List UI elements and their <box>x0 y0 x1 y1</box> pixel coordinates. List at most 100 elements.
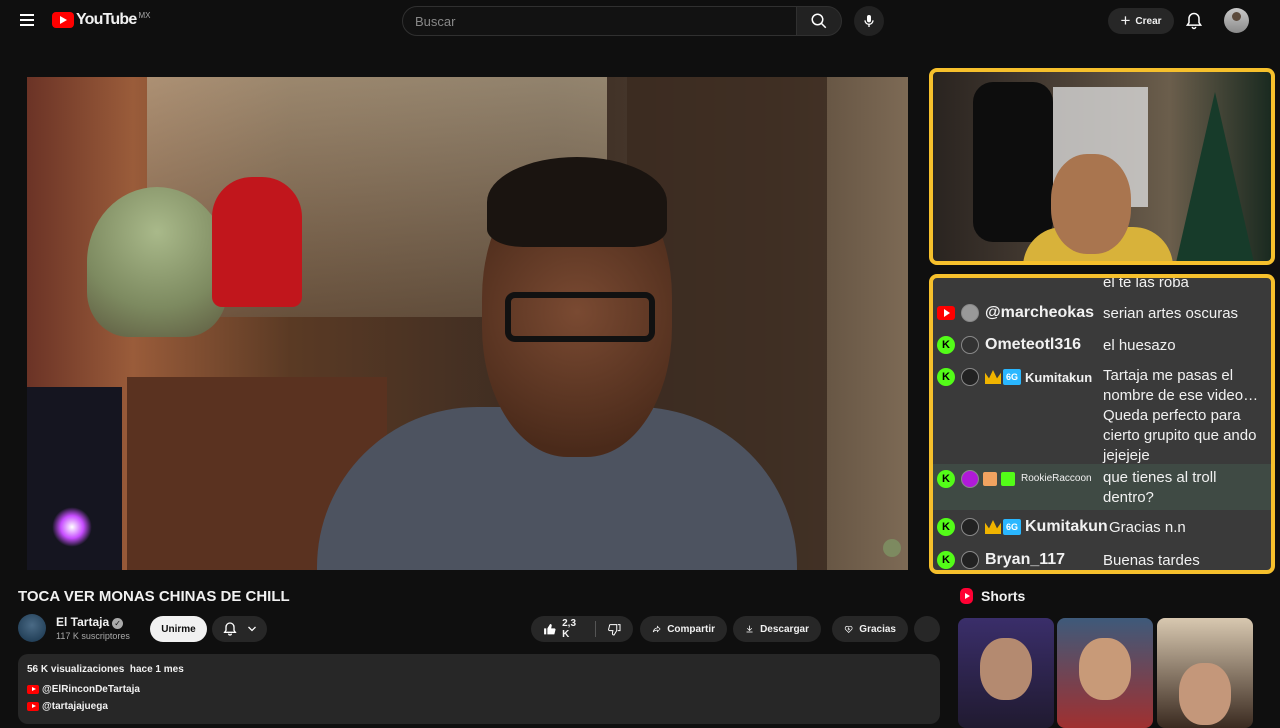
short-face <box>1079 638 1131 700</box>
thanks-button[interactable]: $ Gracias <box>832 616 908 642</box>
like-count[interactable]: 2,3 K <box>562 618 583 640</box>
watermark-icon <box>883 539 901 557</box>
subscriber-count: 117 K suscriptores <box>56 631 130 641</box>
download-label: Descargar <box>760 623 809 635</box>
user-avatar <box>961 304 979 322</box>
short-face <box>980 638 1032 700</box>
channel-name-row[interactable]: El Tartaja ✓ <box>56 615 124 629</box>
like-icon[interactable] <box>543 622 556 637</box>
bell-icon <box>222 622 237 636</box>
channel-avatar[interactable] <box>18 614 46 642</box>
share-button[interactable]: Compartir <box>640 616 727 642</box>
search-icon <box>811 13 827 29</box>
chat-message: K Bryan_117 <box>933 551 1271 570</box>
chat-username: RookieRaccoon <box>1021 473 1092 484</box>
download-icon <box>746 625 753 633</box>
video-frame-plush <box>212 177 302 307</box>
youtube-play-icon <box>52 12 74 28</box>
video-frame-figure <box>87 187 227 337</box>
dislike-icon[interactable] <box>607 622 621 637</box>
youtube-logo[interactable]: YouTube MX <box>52 11 150 29</box>
share-label: Compartir <box>667 623 715 635</box>
channel-name[interactable]: El Tartaja <box>56 615 109 629</box>
bell-icon <box>1185 12 1203 30</box>
more-actions-button[interactable] <box>914 616 940 642</box>
chat-username: Kumitakun <box>1025 370 1093 385</box>
crown-badge-icon <box>985 520 1001 534</box>
description-meta: 56 K visualizaciones hace 1 mes <box>27 664 184 675</box>
user-avatar <box>961 470 979 488</box>
like-dislike-group: 2,3 K <box>531 616 633 642</box>
logo-text: YouTube <box>76 11 137 28</box>
chat-text: Buenas tardes <box>1103 552 1200 569</box>
download-button[interactable]: Descargar <box>733 616 821 642</box>
create-button[interactable]: + Crear <box>1108 8 1174 34</box>
chat-message: K Ometeotl316 <box>933 336 1271 358</box>
join-button[interactable]: Unirme <box>150 616 207 642</box>
video-title: TOCA VER MONAS CHINAS DE CHILL <box>18 588 290 605</box>
chat-text: serian artes oscuras <box>1103 305 1239 322</box>
short-face <box>1179 663 1231 725</box>
webcam-face <box>1051 154 1131 254</box>
chat-text: Gracias n.n <box>1109 519 1186 536</box>
chevron-down-icon <box>247 626 256 632</box>
shorts-heading: Shorts <box>960 588 1025 604</box>
og-badge-icon: 6G <box>1003 519 1021 535</box>
video-player[interactable] <box>27 77 908 570</box>
subscription-bell-button[interactable] <box>212 616 267 642</box>
video-frame-glasses <box>505 292 655 342</box>
description-box[interactable]: 56 K visualizaciones hace 1 mes @ElRinco… <box>18 654 940 724</box>
heart-dollar-icon: $ <box>844 625 853 633</box>
youtube-icon <box>27 685 39 694</box>
voice-search-button[interactable] <box>854 6 884 36</box>
short-thumbnail[interactable] <box>1057 618 1153 728</box>
chat-text: que tienes al troll dentro? <box>1103 469 1217 506</box>
crown-badge-icon <box>985 370 1001 384</box>
video-frame-hair <box>487 157 667 247</box>
chat-message: K 6G Kumitakun <box>933 518 1271 540</box>
webcam-hoodie <box>973 82 1053 242</box>
country-code: MX <box>138 10 151 20</box>
short-thumbnail[interactable] <box>1157 618 1253 728</box>
account-avatar[interactable] <box>1224 8 1249 33</box>
description-link[interactable]: @tartajajuega <box>27 701 108 712</box>
share-icon <box>652 625 661 633</box>
chat-overlay: el te las roba @marcheokas serian artes … <box>929 274 1275 574</box>
kick-badge-icon: K <box>937 336 955 354</box>
search-button[interactable] <box>796 6 842 36</box>
top-bar: YouTube MX Buscar + Crear <box>0 0 1280 42</box>
webcam-overlay <box>929 68 1275 265</box>
video-frame-pc <box>27 387 122 570</box>
chat-username: Bryan_117 <box>985 551 1066 568</box>
link-text[interactable]: @ElRinconDeTartaja <box>42 684 140 695</box>
user-avatar <box>961 518 979 536</box>
thanks-label: Gracias <box>859 623 896 635</box>
plus-icon: + <box>1120 11 1131 30</box>
notifications-button[interactable] <box>1184 11 1204 31</box>
chat-text: Tartaja me pasas el nombre de ese video…… <box>1103 367 1259 464</box>
og-badge-icon: 6G <box>1003 369 1021 385</box>
kick-badge-icon: K <box>937 368 955 386</box>
shorts-icon <box>960 588 973 604</box>
chat-partial-message: el te las roba <box>1103 274 1189 291</box>
youtube-badge-icon <box>937 306 955 320</box>
kick-badge-icon: K <box>937 518 955 536</box>
chat-username: Kumitakun <box>1025 518 1108 535</box>
like-divider <box>595 621 596 637</box>
description-link[interactable]: @ElRinconDeTartaja <box>27 684 140 695</box>
microphone-icon <box>864 15 874 27</box>
view-count: 56 K visualizaciones <box>27 664 125 675</box>
upload-date: hace 1 mes <box>129 664 184 675</box>
fox-badge-icon <box>983 472 997 486</box>
link-text[interactable]: @tartajajuega <box>42 701 108 712</box>
user-avatar <box>961 368 979 386</box>
search-input[interactable]: Buscar <box>402 6 797 36</box>
youtube-icon <box>27 702 39 711</box>
create-label: Crear <box>1135 15 1162 27</box>
kick-badge-icon: K <box>937 470 955 488</box>
menu-icon[interactable] <box>16 11 38 31</box>
short-thumbnail[interactable] <box>958 618 1054 728</box>
user-avatar <box>961 551 979 569</box>
kick-badge-icon: K <box>937 551 955 569</box>
chat-username: Ometeotl316 <box>985 336 1082 353</box>
